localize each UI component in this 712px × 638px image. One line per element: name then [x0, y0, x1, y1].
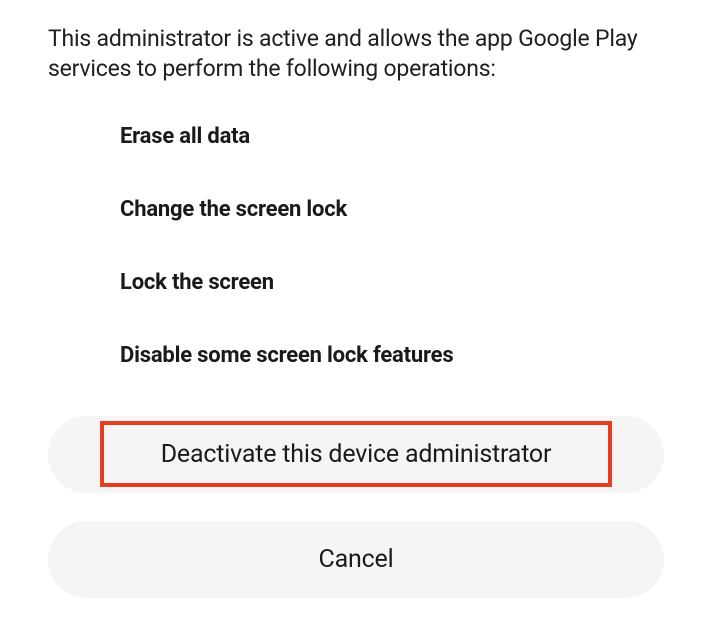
- deactivate-button-label: Deactivate this device administrator: [161, 440, 552, 469]
- deactivate-button[interactable]: Deactivate this device administrator: [48, 416, 664, 493]
- admin-description: This administrator is active and allows …: [48, 24, 664, 84]
- cancel-button[interactable]: Cancel: [48, 521, 664, 598]
- operation-item: Disable some screen lock features: [120, 343, 664, 368]
- operations-list: Erase all data Change the screen lock Lo…: [48, 124, 664, 368]
- operation-item: Lock the screen: [120, 270, 664, 295]
- cancel-button-label: Cancel: [319, 545, 394, 574]
- operation-item: Erase all data: [120, 124, 664, 149]
- operation-item: Change the screen lock: [120, 197, 664, 222]
